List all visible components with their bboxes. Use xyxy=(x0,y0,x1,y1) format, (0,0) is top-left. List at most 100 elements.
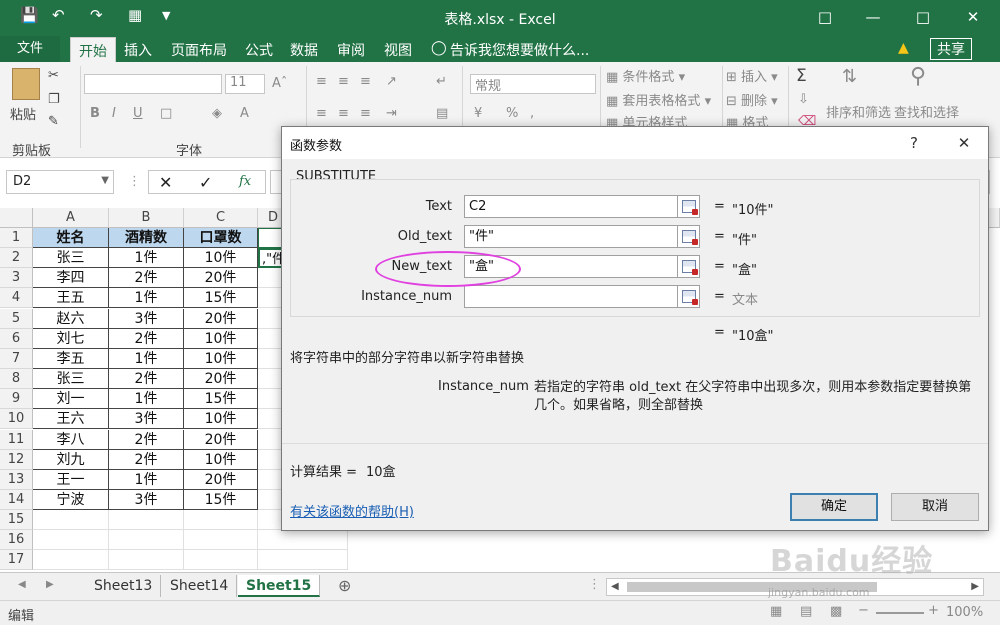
sheet-tab-13[interactable]: Sheet13 xyxy=(86,575,162,597)
table-cell[interactable]: 王一 xyxy=(33,469,109,490)
column-header-a[interactable]: A xyxy=(33,208,109,228)
collapse-dialog-button[interactable] xyxy=(678,255,700,278)
header-cell[interactable]: 姓名 xyxy=(33,228,109,248)
enter-icon[interactable]: ✓ xyxy=(199,173,212,192)
row-header-16[interactable]: 16 xyxy=(0,530,33,551)
border-icon[interactable]: □ xyxy=(160,106,172,121)
currency-icon[interactable]: ¥ xyxy=(474,106,482,121)
table-cell[interactable] xyxy=(109,510,184,531)
table-cell[interactable] xyxy=(184,530,258,551)
table-cell[interactable]: 2件 xyxy=(109,268,184,289)
table-cell[interactable]: 15件 xyxy=(184,389,258,410)
indent-icon[interactable]: ⇥ xyxy=(386,106,397,121)
table-cell[interactable]: 2件 xyxy=(109,369,184,390)
font-color-icon[interactable]: A xyxy=(240,106,249,121)
find-select-label[interactable]: 查找和选择 xyxy=(894,102,959,121)
warning-icon[interactable]: ▲ xyxy=(898,40,909,56)
arg-input-instance-num[interactable] xyxy=(464,285,678,308)
table-cell[interactable] xyxy=(109,530,184,551)
table-cell[interactable]: 刘一 xyxy=(33,389,109,410)
table-cell[interactable]: 20件 xyxy=(184,369,258,390)
align-right-icon[interactable]: ≡ xyxy=(360,106,371,121)
align-top-icon[interactable]: ≡ xyxy=(316,74,327,89)
zoom-level[interactable]: 100% xyxy=(946,605,983,620)
align-center-icon[interactable]: ≡ xyxy=(338,106,349,121)
table-cell[interactable]: 宁波 xyxy=(33,489,109,510)
table-cell[interactable] xyxy=(33,530,109,551)
table-cell[interactable] xyxy=(258,550,348,571)
row-header-1[interactable]: 1 xyxy=(0,228,33,248)
table-cell[interactable]: 1件 xyxy=(109,469,184,490)
row-header-4[interactable]: 4 xyxy=(0,288,33,309)
table-cell[interactable]: 10件 xyxy=(184,348,258,369)
grow-font-icon[interactable]: Aˆ xyxy=(272,76,287,91)
table-cell[interactable]: 15件 xyxy=(184,288,258,309)
row-header-5[interactable]: 5 xyxy=(0,308,33,329)
table-format-button[interactable]: ▦ 套用表格格式 ▾ xyxy=(606,90,711,109)
collapse-dialog-button[interactable] xyxy=(678,195,700,218)
orientation-icon[interactable]: ↗ xyxy=(386,74,397,89)
cancel-button[interactable]: 取消 xyxy=(891,493,979,521)
header-cell[interactable]: 口罩数 xyxy=(184,228,258,248)
row-header-11[interactable]: 11 xyxy=(0,429,33,450)
next-sheet-icon[interactable]: ▶ xyxy=(46,579,54,590)
dialog-close-button[interactable]: ✕ xyxy=(950,131,978,155)
table-cell[interactable]: 李五 xyxy=(33,348,109,369)
table-cell[interactable] xyxy=(184,550,258,571)
table-cell[interactable]: 1件 xyxy=(109,348,184,369)
find-select-icon[interactable]: ⚲ xyxy=(910,64,926,89)
table-cell[interactable]: 10件 xyxy=(184,248,258,269)
zoom-out-icon[interactable]: − xyxy=(858,603,869,618)
table-cell[interactable]: 2件 xyxy=(109,328,184,349)
table-cell[interactable]: 3件 xyxy=(109,308,184,329)
tab-home[interactable]: 开始 xyxy=(70,37,116,65)
zoom-slider[interactable] xyxy=(876,612,924,614)
copy-icon[interactable]: ❐ xyxy=(48,92,60,107)
bold-icon[interactable]: B xyxy=(90,106,100,121)
font-name-box[interactable] xyxy=(84,74,222,94)
delete-cells-button[interactable]: ⊟ 删除 ▾ xyxy=(726,90,778,109)
table-cell[interactable]: 20件 xyxy=(184,429,258,450)
table-cell[interactable]: 2件 xyxy=(109,429,184,450)
format-painter-icon[interactable]: ✎ xyxy=(48,114,59,129)
paste-label[interactable]: 粘贴 xyxy=(10,104,36,123)
select-all-corner[interactable] xyxy=(0,208,33,228)
arg-input-text[interactable]: C2 xyxy=(464,195,678,218)
table-cell[interactable]: 15件 xyxy=(184,489,258,510)
scroll-right-icon[interactable]: ▶ xyxy=(971,581,979,592)
table-cell[interactable]: 1件 xyxy=(109,288,184,309)
table-cell[interactable] xyxy=(33,550,109,571)
row-header-7[interactable]: 7 xyxy=(0,348,33,369)
cut-icon[interactable]: ✂ xyxy=(48,68,59,83)
share-button[interactable]: 共享 xyxy=(930,38,972,60)
column-header-c[interactable]: C xyxy=(184,208,258,228)
page-layout-icon[interactable]: ▤ xyxy=(800,604,812,619)
table-cell[interactable]: 李四 xyxy=(33,268,109,289)
sheet-tab-15[interactable]: Sheet15 xyxy=(238,575,321,597)
zoom-in-icon[interactable]: + xyxy=(928,603,939,618)
tab-review[interactable]: 审阅 xyxy=(337,40,365,60)
sort-filter-icon[interactable]: ⇅ xyxy=(842,66,857,87)
dialog-help-button[interactable]: ? xyxy=(900,131,928,155)
italic-icon[interactable]: I xyxy=(112,106,116,121)
header-cell[interactable]: 酒精数 xyxy=(109,228,184,248)
new-sheet-icon[interactable]: ⊕ xyxy=(338,576,351,595)
table-cell[interactable]: 王五 xyxy=(33,288,109,309)
row-header-10[interactable]: 10 xyxy=(0,409,33,430)
number-format-box[interactable]: 常规 xyxy=(470,74,596,94)
column-header-b[interactable]: B xyxy=(109,208,184,228)
insert-function-icon[interactable]: fx xyxy=(239,174,251,189)
conditional-format-button[interactable]: ▦ 条件格式 ▾ xyxy=(606,66,685,85)
table-cell[interactable] xyxy=(184,510,258,531)
wrap-text-icon[interactable]: ↵ xyxy=(436,74,447,89)
row-header-12[interactable]: 12 xyxy=(0,449,33,470)
function-help-link[interactable]: 有关该函数的帮助(H) xyxy=(290,501,414,520)
paste-icon[interactable] xyxy=(12,68,40,100)
insert-cells-button[interactable]: ⊞ 插入 ▾ xyxy=(726,66,778,85)
tell-me-box[interactable]: 告诉我您想要做什么... xyxy=(450,40,589,60)
align-left-icon[interactable]: ≡ xyxy=(316,106,327,121)
row-header-13[interactable]: 13 xyxy=(0,469,33,490)
table-cell[interactable]: 3件 xyxy=(109,489,184,510)
table-cell[interactable]: 10件 xyxy=(184,328,258,349)
fill-icon[interactable]: ⇩ xyxy=(798,92,809,107)
